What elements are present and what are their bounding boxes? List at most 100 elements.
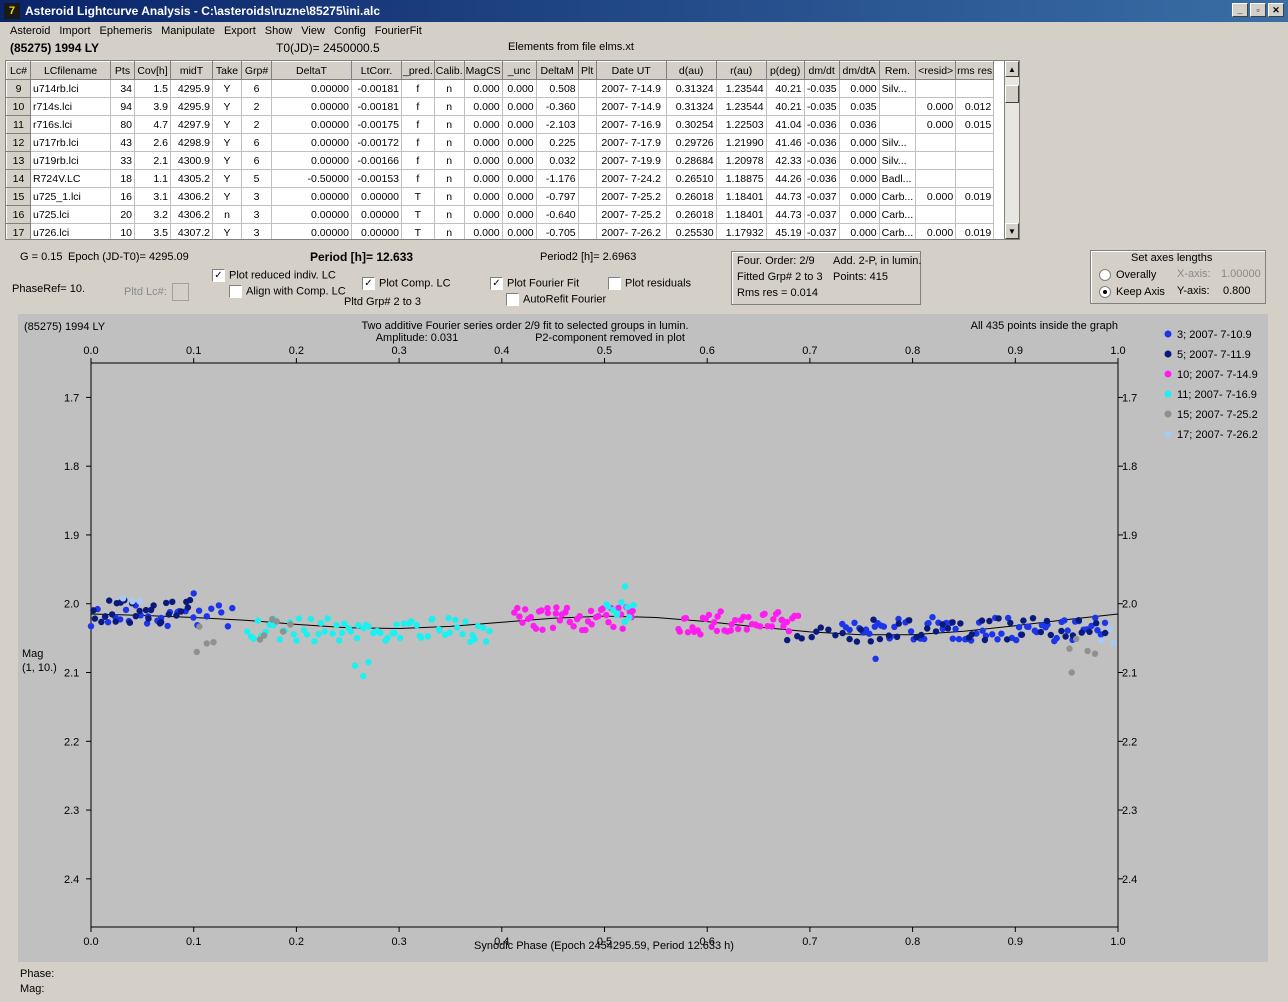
lightcurve-table[interactable]: Lc# LCfilename Pts Cov[h] midT Take Grp# DeltaT… xyxy=(5,60,1005,240)
cell-dmdta[interactable]: 0.000 xyxy=(839,187,880,206)
cell-deltat[interactable]: 0.00000 xyxy=(271,79,352,98)
cell-grp[interactable]: 6 xyxy=(241,151,272,170)
cell-lc[interactable]: 13 xyxy=(6,151,31,170)
cell-lc[interactable]: 15 xyxy=(6,187,31,206)
cell-rem[interactable]: Silv... xyxy=(879,79,917,98)
cell-d[interactable]: 0.31324 xyxy=(666,97,717,116)
cell-d[interactable]: 0.28684 xyxy=(666,151,717,170)
cell-r[interactable]: 1.23544 xyxy=(716,97,767,116)
cell-plt[interactable] xyxy=(578,151,597,170)
cell-pts[interactable]: 20 xyxy=(110,205,135,224)
cell-midt[interactable]: 4300.9 xyxy=(170,151,213,170)
cell-pts[interactable]: 43 xyxy=(110,133,135,152)
cell-p[interactable]: 40.21 xyxy=(766,97,805,116)
cell-filename[interactable]: u719rb.lci xyxy=(30,151,111,170)
cell-d[interactable]: 0.29726 xyxy=(666,133,717,152)
plot-fourier-checkbox[interactable]: ✓ Plot Fourier Fit xyxy=(490,277,579,290)
table-row[interactable]: 10 r714s.lci 94 3.9 4295.9 Y 2 0.00000 -0.00181 f… xyxy=(6,97,995,116)
cell-r[interactable]: 1.20978 xyxy=(716,151,767,170)
cell-dmdta[interactable]: 0.000 xyxy=(839,223,880,239)
menu-export[interactable]: Export xyxy=(220,25,260,37)
cell-ltcorr[interactable]: 0.00000 xyxy=(351,223,402,239)
cell-p[interactable]: 40.21 xyxy=(766,79,805,98)
cell-plt[interactable] xyxy=(578,97,597,116)
cell-deltam[interactable]: -2.103 xyxy=(536,115,579,134)
cell-dmdt[interactable]: -0.036 xyxy=(804,115,840,134)
cell-take[interactable]: Y xyxy=(212,97,242,116)
cell-filename[interactable]: u725_1.lci xyxy=(30,187,111,206)
cell-midt[interactable]: 4295.9 xyxy=(170,79,213,98)
menu-config[interactable]: Config xyxy=(330,25,370,37)
cell-rms[interactable]: 0.012 xyxy=(955,97,995,116)
cell-unc[interactable]: 0.000 xyxy=(502,115,537,134)
cell-dateut[interactable]: 2007- 7-16.9 xyxy=(596,115,667,134)
cell-cov[interactable]: 1.5 xyxy=(134,79,171,98)
table-row[interactable]: 12 u717rb.lci 43 2.6 4298.9 Y 6 0.00000 -0.00172… xyxy=(6,133,995,152)
cell-resid[interactable] xyxy=(915,205,957,224)
cell-grp[interactable]: 3 xyxy=(241,187,272,206)
cell-dmdta[interactable]: 0.000 xyxy=(839,133,880,152)
cell-d[interactable]: 0.25530 xyxy=(666,223,717,239)
cell-r[interactable]: 1.18401 xyxy=(716,205,767,224)
cell-take[interactable]: n xyxy=(212,205,242,224)
cell-deltat[interactable]: 0.00000 xyxy=(271,223,352,239)
cell-filename[interactable]: R724V.LC xyxy=(30,169,111,188)
cell-filename[interactable]: u725.lci xyxy=(30,205,111,224)
cell-rem[interactable]: Silv... xyxy=(879,151,917,170)
cell-dmdt[interactable]: -0.037 xyxy=(804,187,840,206)
cell-dateut[interactable]: 2007- 7-25.2 xyxy=(596,187,667,206)
cell-deltat[interactable]: 0.00000 xyxy=(271,115,352,134)
cell-dmdt[interactable]: -0.036 xyxy=(804,133,840,152)
cell-r[interactable]: 1.18875 xyxy=(716,169,767,188)
scroll-up-icon[interactable]: ▲ xyxy=(1005,61,1019,77)
column-header-d[interactable]: d(au) xyxy=(665,61,717,80)
cell-pts[interactable]: 18 xyxy=(110,169,135,188)
maximize-button[interactable]: ▫ xyxy=(1250,3,1266,17)
cell-dmdt[interactable]: -0.037 xyxy=(804,205,840,224)
cell-p[interactable]: 44.73 xyxy=(766,205,805,224)
cell-pred[interactable]: T xyxy=(401,205,435,224)
cell-pts[interactable]: 16 xyxy=(110,187,135,206)
cell-dmdta[interactable]: 0.035 xyxy=(839,97,880,116)
x-axis-value[interactable]: 1.00000 xyxy=(1221,268,1261,280)
cell-pred[interactable]: f xyxy=(401,115,435,134)
cell-dateut[interactable]: 2007- 7-14.9 xyxy=(596,79,667,98)
cell-rms[interactable] xyxy=(955,151,995,170)
cell-ltcorr[interactable]: -0.00181 xyxy=(351,79,402,98)
cell-deltam[interactable]: -0.640 xyxy=(536,205,579,224)
cell-r[interactable]: 1.18401 xyxy=(716,187,767,206)
cell-plt[interactable] xyxy=(578,205,597,224)
cell-cov[interactable]: 2.1 xyxy=(134,151,171,170)
cell-dmdta[interactable]: 0.000 xyxy=(839,151,880,170)
cell-calib[interactable]: n xyxy=(434,115,465,134)
menu-asteroid[interactable]: Asteroid xyxy=(6,25,54,37)
cell-dmdta[interactable]: 0.000 xyxy=(839,205,880,224)
cell-grp[interactable]: 3 xyxy=(241,223,272,239)
menu-manipulate[interactable]: Manipulate xyxy=(157,25,219,37)
cell-rms[interactable]: 0.019 xyxy=(955,187,995,206)
cell-rem[interactable]: Carb... xyxy=(879,223,917,239)
column-header-take[interactable]: Take xyxy=(212,61,242,80)
cell-plt[interactable] xyxy=(578,187,597,206)
cell-dateut[interactable]: 2007- 7-25.2 xyxy=(596,205,667,224)
cell-plt[interactable] xyxy=(578,169,597,188)
cell-cov[interactable]: 1.1 xyxy=(134,169,171,188)
column-header-deltat[interactable]: DeltaT xyxy=(271,61,352,80)
table-row[interactable]: 13 u719rb.lci 33 2.1 4300.9 Y 6 0.00000 -0.00166… xyxy=(6,151,995,170)
cell-rms[interactable]: 0.015 xyxy=(955,115,995,134)
column-header-grp[interactable]: Grp# xyxy=(241,61,272,80)
cell-unc[interactable]: 0.000 xyxy=(502,97,537,116)
cell-magcs[interactable]: 0.000 xyxy=(464,133,503,152)
cell-ltcorr[interactable]: 0.00000 xyxy=(351,187,402,206)
cell-grp[interactable]: 5 xyxy=(241,169,272,188)
cell-dmdt[interactable]: -0.036 xyxy=(804,169,840,188)
column-header-rms[interactable]: rms res xyxy=(955,61,995,80)
plot-comp-checkbox[interactable]: ✓ Plot Comp. LC xyxy=(362,277,451,290)
cell-magcs[interactable]: 0.000 xyxy=(464,151,503,170)
cell-deltam[interactable]: -0.797 xyxy=(536,187,579,206)
cell-deltat[interactable]: 0.00000 xyxy=(271,187,352,206)
cell-pred[interactable]: f xyxy=(401,133,435,152)
cell-resid[interactable]: 0.000 xyxy=(915,115,957,134)
column-header-magcs[interactable]: MagCS xyxy=(463,61,503,80)
cell-plt[interactable] xyxy=(578,133,597,152)
